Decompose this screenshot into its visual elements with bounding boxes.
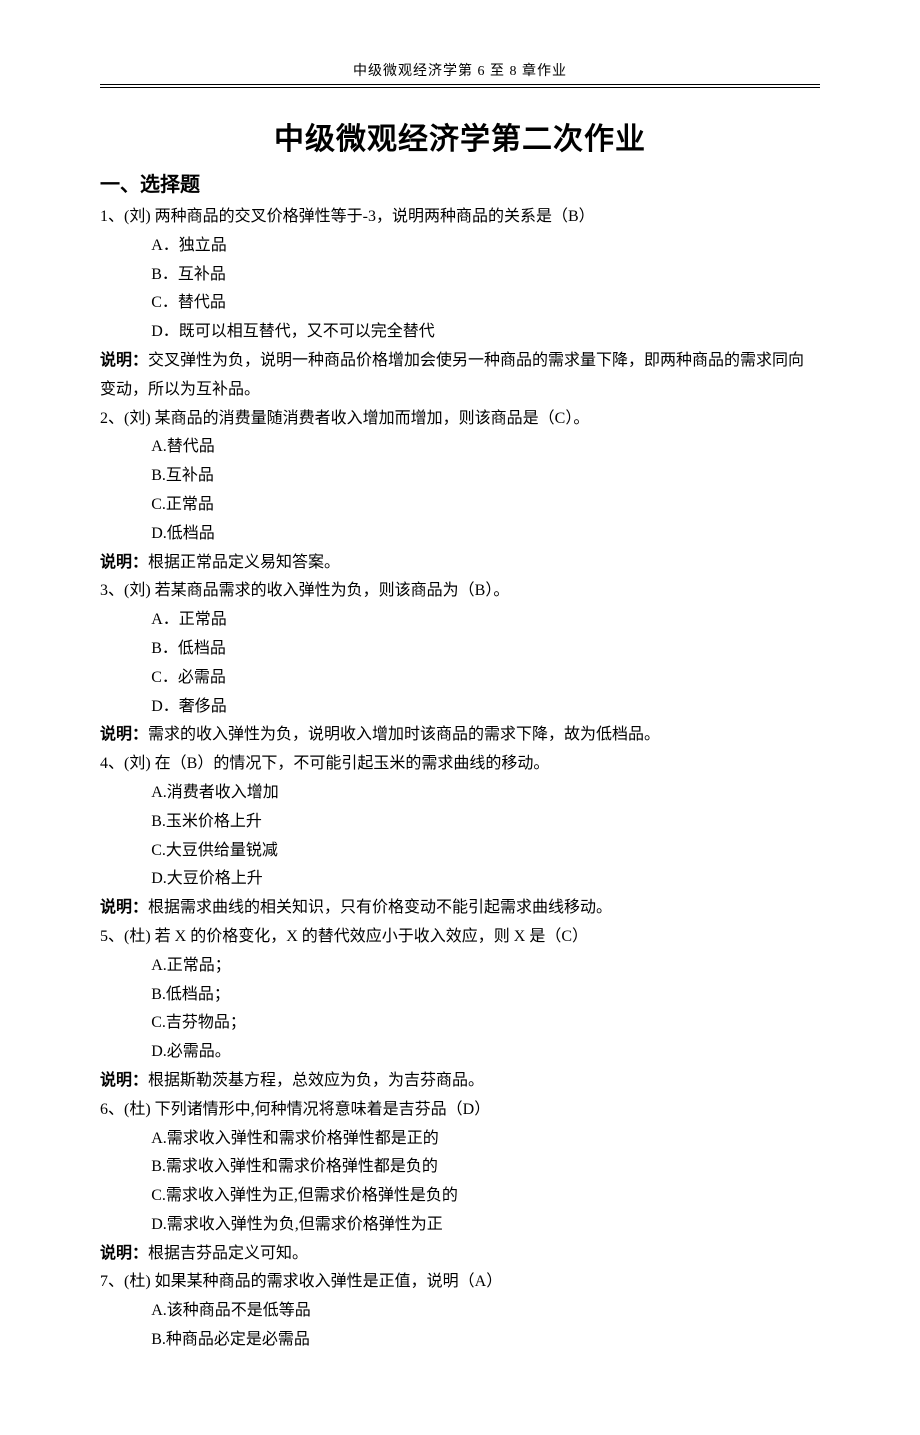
q6-option-d: D.需求收入弹性为负,但需求价格弹性为正 (100, 1211, 820, 1240)
q1-option-a: A．独立品 (100, 232, 820, 261)
q4-explain-label: 说明： (100, 899, 148, 916)
q4-option-d: D.大豆价格上升 (100, 865, 820, 894)
document-title: 中级微观经济学第二次作业 (100, 114, 820, 158)
q1-option-d: D．既可以相互替代，又不可以完全替代 (100, 318, 820, 347)
q4-explain-text: 根据需求曲线的相关知识，只有价格变动不能引起需求曲线移动。 (148, 899, 612, 916)
q3-option-c: C．必需品 (100, 664, 820, 693)
q2-explain-text: 根据正常品定义易知答案。 (148, 554, 340, 571)
q6-explain-text: 根据吉芬品定义可知。 (148, 1245, 308, 1262)
q5-stem: 5、(杜) 若 X 的价格变化，X 的替代效应小于收入效应，则 X 是（C） (100, 923, 820, 952)
q2-stem: 2、(刘) 某商品的消费量随消费者收入增加而增加，则该商品是（C）。 (100, 405, 820, 434)
q6-stem: 6、(杜) 下列诸情形中,何种情况将意味着是吉芬品（D） (100, 1096, 820, 1125)
page: 中级微观经济学第 6 至 8 章作业 中级微观经济学第二次作业 一、选择题 1、… (0, 0, 920, 1435)
q1-explain-label: 说明： (100, 352, 148, 369)
running-head-line2 (100, 87, 820, 88)
q1-option-c: C．替代品 (100, 289, 820, 318)
q4-option-c: C.大豆供给量锐减 (100, 837, 820, 866)
q2-explain: 说明：根据正常品定义易知答案。 (100, 549, 820, 578)
q5-option-d: D.必需品。 (100, 1038, 820, 1067)
q2-option-a: A.替代品 (100, 433, 820, 462)
q2-option-d: D.低档品 (100, 520, 820, 549)
section-1-heading: 一、选择题 (100, 168, 820, 197)
q3-option-b: B．低档品 (100, 635, 820, 664)
q7-option-b: B.种商品必定是必需品 (100, 1326, 820, 1355)
q1-option-b: B．互补品 (100, 261, 820, 290)
q1-explain-text: 交叉弹性为负，说明一种商品价格增加会使另一种商品的需求量下降，即两种商品的需求同… (100, 352, 804, 398)
q4-stem: 4、(刘) 在（B）的情况下，不可能引起玉米的需求曲线的移动。 (100, 750, 820, 779)
q3-explain-text: 需求的收入弹性为负，说明收入增加时该商品的需求下降，故为低档品。 (148, 726, 660, 743)
q3-option-a: A．正常品 (100, 606, 820, 635)
q5-option-a: A.正常品； (100, 952, 820, 981)
q2-option-b: B.互补品 (100, 462, 820, 491)
q4-option-a: A.消费者收入增加 (100, 779, 820, 808)
q2-option-c: C.正常品 (100, 491, 820, 520)
q1-stem: 1、(刘) 两种商品的交叉价格弹性等于-3，说明两种商品的关系是（B） (100, 203, 820, 232)
q3-explain-label: 说明： (100, 726, 148, 743)
q6-option-b: B.需求收入弹性和需求价格弹性都是负的 (100, 1153, 820, 1182)
q6-option-a: A.需求收入弹性和需求价格弹性都是正的 (100, 1125, 820, 1154)
q7-stem: 7、(杜) 如果某种商品的需求收入弹性是正值，说明（A） (100, 1268, 820, 1297)
q5-option-c: C.吉芬物品； (100, 1009, 820, 1038)
q4-explain: 说明：根据需求曲线的相关知识，只有价格变动不能引起需求曲线移动。 (100, 894, 820, 923)
q5-explain: 说明：根据斯勒茨基方程，总效应为负，为吉芬商品。 (100, 1067, 820, 1096)
q6-explain: 说明：根据吉芬品定义可知。 (100, 1240, 820, 1269)
running-head: 中级微观经济学第 6 至 8 章作业 (100, 60, 820, 85)
q5-option-b: B.低档品； (100, 981, 820, 1010)
q1-explain: 说明：交叉弹性为负，说明一种商品价格增加会使另一种商品的需求量下降，即两种商品的… (100, 347, 820, 405)
q5-explain-label: 说明： (100, 1072, 148, 1089)
q2-explain-label: 说明： (100, 554, 148, 571)
q4-option-b: B.玉米价格上升 (100, 808, 820, 837)
q6-explain-label: 说明： (100, 1245, 148, 1262)
q6-option-c: C.需求收入弹性为正,但需求价格弹性是负的 (100, 1182, 820, 1211)
q3-option-d: D．奢侈品 (100, 693, 820, 722)
q3-stem: 3、(刘) 若某商品需求的收入弹性为负，则该商品为（B）。 (100, 577, 820, 606)
q3-explain: 说明：需求的收入弹性为负，说明收入增加时该商品的需求下降，故为低档品。 (100, 721, 820, 750)
q5-explain-text: 根据斯勒茨基方程，总效应为负，为吉芬商品。 (148, 1072, 484, 1089)
